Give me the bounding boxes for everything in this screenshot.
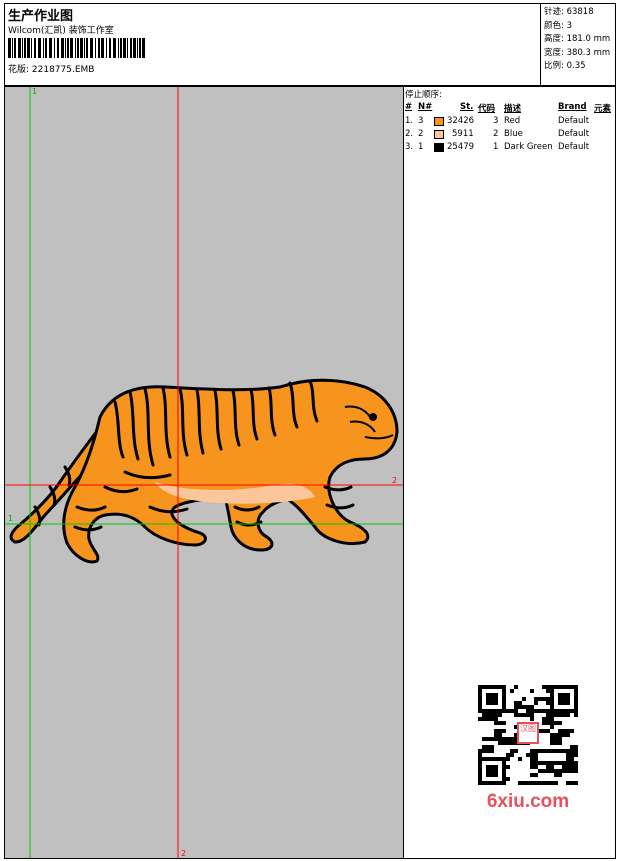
row-code: 2: [493, 129, 499, 139]
stat-scale: 比例: 0.35: [544, 61, 586, 71]
row-index: 1.: [405, 116, 414, 126]
page-title: 生产作业图: [8, 9, 74, 24]
row-brand: Default: [558, 142, 590, 152]
row-index: 3.: [405, 142, 414, 152]
studio-name: Wilcom(汇凯) 装饰工作室: [8, 26, 114, 36]
color-row[interactable]: 3. 1 25479 1 Dark Green Default: [404, 142, 614, 155]
red-guide-label-bottom: 2: [181, 849, 187, 858]
design-filename: 花版: 2218775.EMB: [8, 65, 95, 75]
stop-sequence-title: 停止顺序:: [405, 90, 442, 100]
watermark-stamp: 汉图: [517, 722, 539, 744]
canvas-drawing: [5, 87, 403, 858]
row-description: Blue: [504, 129, 523, 139]
color-swatch: [434, 130, 444, 139]
row-needle: 1: [418, 142, 424, 152]
row-stitches: 32426: [447, 116, 475, 126]
green-guide-label-left: 1: [8, 514, 14, 523]
row-stitches: 5911: [452, 129, 474, 139]
col-header-index: #: [405, 102, 413, 112]
stat-width: 宽度: 380.3 mm: [544, 47, 611, 58]
color-row[interactable]: 1. 3 32426 3 Red Default: [404, 116, 614, 129]
design-canvas[interactable]: 1 1 2 2: [4, 86, 404, 859]
color-swatch: [434, 143, 444, 152]
color-swatch: [434, 117, 444, 126]
stat-colors: 颜色: 3: [544, 20, 572, 31]
row-description: Dark Green: [504, 142, 553, 152]
col-header-element: 元素: [594, 104, 612, 114]
row-needle: 2: [418, 129, 424, 139]
color-row[interactable]: 2. 2 5911 2 Blue Default: [404, 129, 614, 142]
row-description: Red: [504, 116, 521, 126]
col-header-stitches: St.: [460, 102, 474, 112]
barcode: [8, 38, 145, 58]
watermark-text: 6xiu.com: [486, 791, 570, 812]
watermark-qr: 汉图 6xiu.com: [470, 679, 586, 813]
row-code: 1: [493, 142, 499, 152]
col-header-description: 描述: [504, 104, 522, 114]
col-header-brand: Brand: [558, 102, 587, 112]
col-header-needle: N#: [418, 102, 433, 112]
row-brand: Default: [558, 129, 590, 139]
row-needle: 3: [418, 116, 424, 126]
green-guide-label-top: 1: [32, 87, 38, 96]
header-divider: [540, 4, 541, 85]
stat-stitches: 针迹: 63818: [544, 7, 594, 17]
red-guide-label-right: 2: [392, 476, 398, 485]
tiger-design: [9, 378, 399, 564]
row-stitches: 25479: [447, 142, 475, 152]
row-code: 3: [493, 116, 499, 126]
design-stats: 针迹: 63818 颜色: 3 高度: 181.0 mm 宽度: 380.3 m…: [544, 6, 610, 74]
stat-height: 高度: 181.0 mm: [544, 34, 611, 44]
row-index: 2.: [405, 129, 414, 139]
row-brand: Default: [558, 116, 590, 126]
col-header-code: 代码: [478, 104, 496, 114]
header-panel: 生产作业图 Wilcom(汇凯) 装饰工作室 花版: 2218775.EMB 针…: [4, 3, 616, 86]
